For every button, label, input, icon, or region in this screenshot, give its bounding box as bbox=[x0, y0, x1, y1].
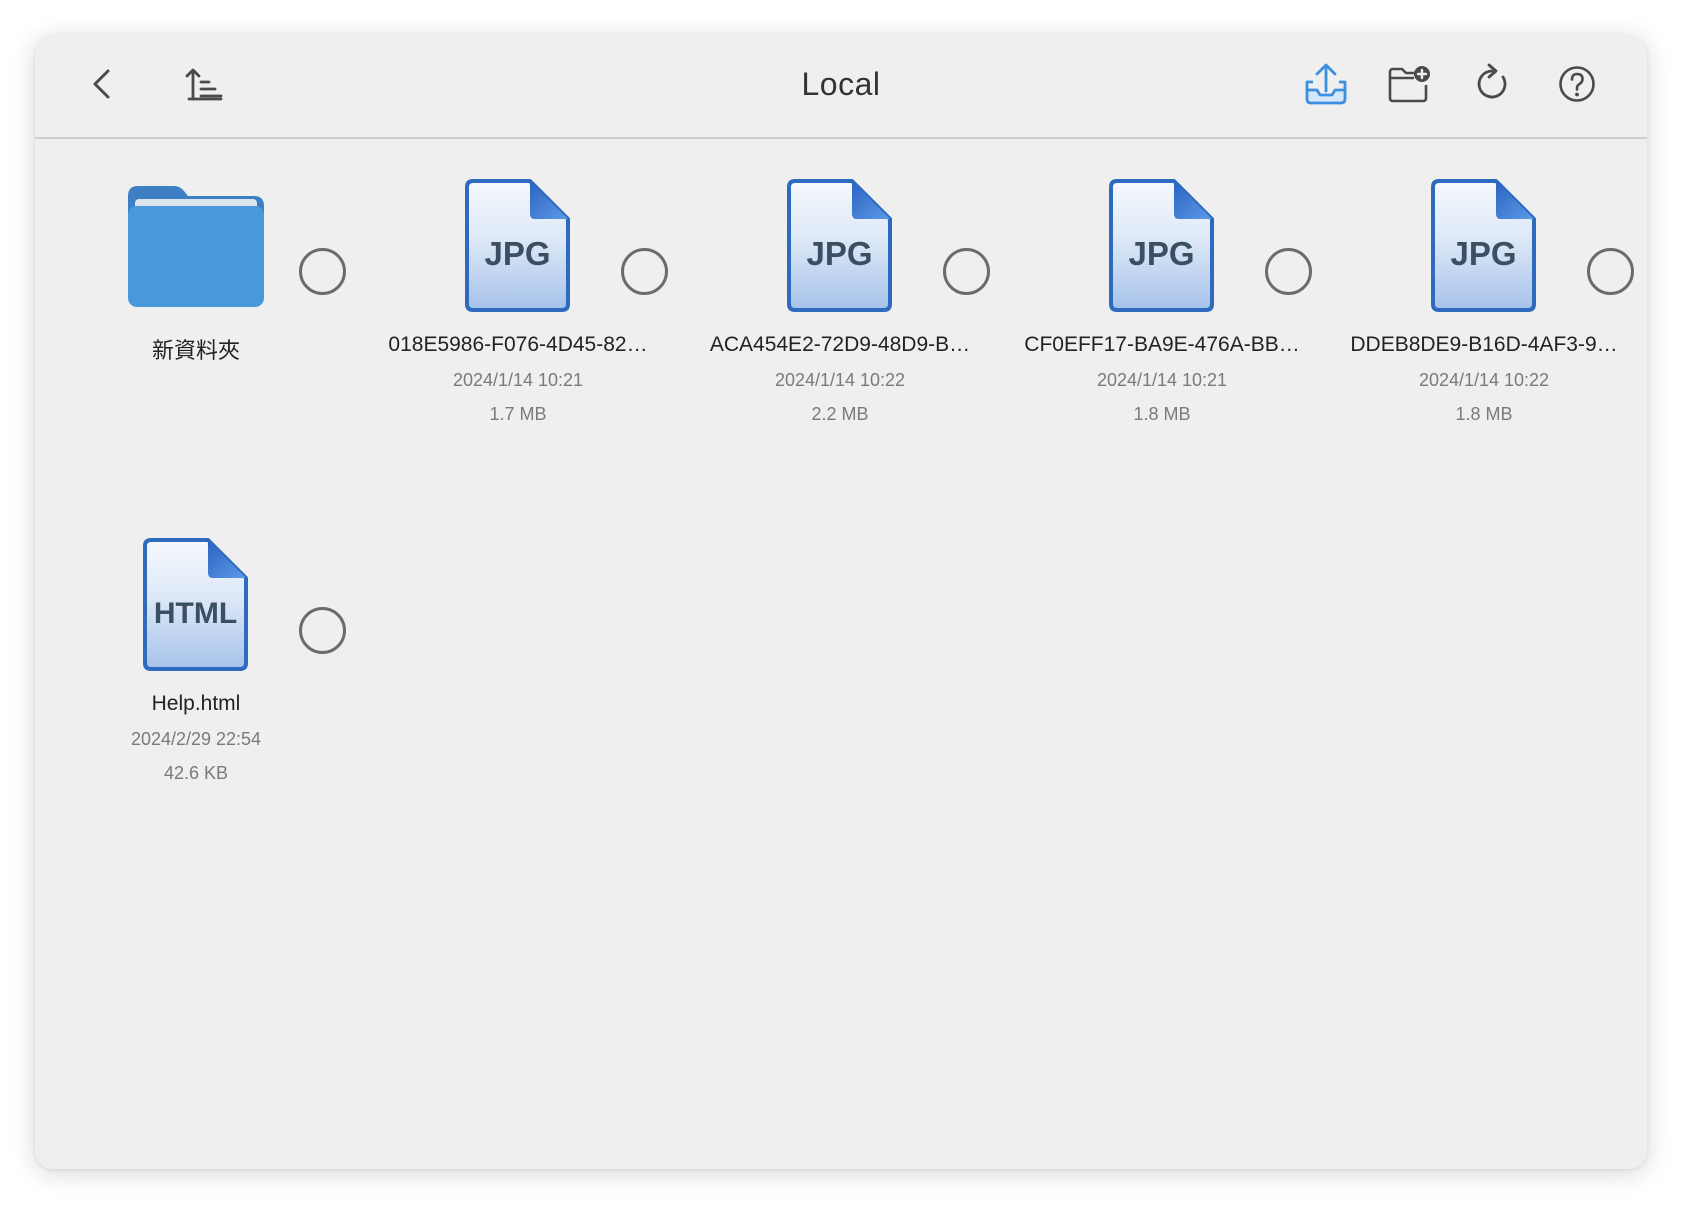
file-type-badge: HTML bbox=[154, 597, 237, 630]
item-date: 2024/1/14 10:21 bbox=[1096, 370, 1228, 390]
item-name: ACA454E2-72D9-48D9-B… bbox=[709, 333, 971, 356]
help-button[interactable] bbox=[1553, 60, 1601, 108]
item-date: 2024/2/29 22:54 bbox=[130, 729, 262, 749]
item-size: 42.6 KB bbox=[163, 763, 229, 783]
select-radio[interactable] bbox=[299, 248, 346, 295]
file-type-badge: JPG bbox=[484, 235, 550, 272]
file-item[interactable]: JPG CF0EFF17-BA9E-476A-BB… 2024/1/14 10:… bbox=[1001, 178, 1323, 438]
jpg-file-icon[interactable]: JPG bbox=[464, 178, 571, 313]
item-date: 2024/1/14 10:22 bbox=[1418, 370, 1550, 390]
help-icon bbox=[1559, 66, 1595, 102]
item-date: 2024/1/14 10:21 bbox=[452, 370, 584, 390]
upload-button[interactable] bbox=[1302, 60, 1350, 108]
item-name: 018E5986-F076-4D45-82… bbox=[388, 333, 648, 356]
file-type-badge: JPG bbox=[806, 235, 872, 272]
file-item[interactable]: JPG ACA454E2-72D9-48D9-B… 2024/1/14 10:2… bbox=[679, 178, 1001, 438]
select-radio[interactable] bbox=[943, 248, 990, 295]
jpg-file-icon[interactable]: JPG bbox=[1430, 178, 1537, 313]
html-file-icon[interactable]: HTML bbox=[142, 537, 249, 672]
refresh-button[interactable] bbox=[1469, 60, 1517, 108]
upload-icon bbox=[1305, 63, 1347, 105]
item-size: 1.8 MB bbox=[1455, 404, 1513, 424]
file-browser-window: Local 新資料夾 JPG 018E5986-F076-4D45-82… 20… bbox=[35, 35, 1647, 1169]
item-name: 新資料夾 bbox=[151, 338, 240, 363]
refresh-icon bbox=[1477, 63, 1507, 99]
item-size: 1.7 MB bbox=[489, 404, 547, 424]
toolbar: Local bbox=[35, 35, 1647, 139]
jpg-file-icon[interactable]: JPG bbox=[1108, 178, 1215, 313]
file-item[interactable]: HTML Help.html 2024/2/29 22:54 42.6 KB bbox=[35, 537, 357, 797]
item-name: DDEB8DE9-B16D-4AF3-9… bbox=[1350, 333, 1618, 356]
item-name: Help.html bbox=[151, 692, 241, 715]
item-date: 2024/1/14 10:22 bbox=[774, 370, 906, 390]
select-radio[interactable] bbox=[299, 607, 346, 654]
item-size: 1.8 MB bbox=[1133, 404, 1191, 424]
item-size: 2.2 MB bbox=[811, 404, 869, 424]
file-type-badge: JPG bbox=[1128, 235, 1194, 272]
folder-item[interactable]: 新資料夾 bbox=[35, 178, 357, 438]
select-radio[interactable] bbox=[1587, 248, 1634, 295]
file-item[interactable]: JPG DDEB8DE9-B16D-4AF3-9… 2024/1/14 10:2… bbox=[1323, 178, 1645, 438]
file-type-badge: JPG bbox=[1450, 235, 1516, 272]
select-radio[interactable] bbox=[1265, 248, 1312, 295]
jpg-file-icon[interactable]: JPG bbox=[786, 178, 893, 313]
folder-icon[interactable] bbox=[128, 182, 264, 307]
new-folder-icon bbox=[1388, 66, 1430, 103]
select-radio[interactable] bbox=[621, 248, 668, 295]
item-name: CF0EFF17-BA9E-476A-BB… bbox=[1024, 333, 1300, 356]
new-folder-button[interactable] bbox=[1385, 60, 1433, 108]
file-item[interactable]: JPG 018E5986-F076-4D45-82… 2024/1/14 10:… bbox=[357, 178, 679, 438]
